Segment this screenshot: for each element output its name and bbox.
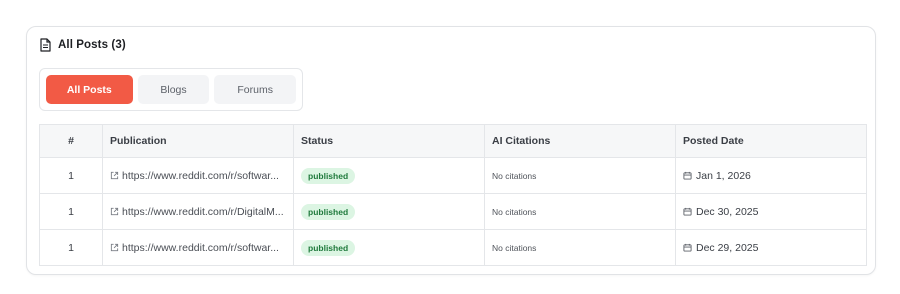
row-number: 1 bbox=[39, 193, 103, 230]
row-number: 1 bbox=[39, 229, 103, 266]
table-row: 1 https://www.reddit.com/r/softwar... pu… bbox=[39, 157, 867, 194]
posted-date: Dec 29, 2025 bbox=[696, 241, 759, 254]
status-badge: published bbox=[301, 203, 356, 220]
publication-cell: https://www.reddit.com/r/DigitalM... bbox=[102, 193, 294, 230]
table-row: 1 https://www.reddit.com/r/softwar... pu… bbox=[39, 229, 867, 266]
citations-text: No citations bbox=[492, 242, 537, 253]
tab-forums[interactable]: Forums bbox=[214, 75, 296, 104]
status-badge: published bbox=[301, 167, 356, 184]
table-header-row: # Publication Status AI Citations Posted… bbox=[39, 124, 867, 158]
publication-cell: https://www.reddit.com/r/softwar... bbox=[102, 229, 294, 266]
column-header-posted-date: Posted Date bbox=[675, 124, 867, 158]
date-cell: Dec 30, 2025 bbox=[675, 193, 867, 230]
tab-blogs[interactable]: Blogs bbox=[137, 75, 210, 104]
date-cell: Dec 29, 2025 bbox=[675, 229, 867, 266]
card-header: All Posts (3) bbox=[39, 38, 126, 52]
status-cell: published bbox=[293, 193, 485, 230]
publication-link[interactable]: https://www.reddit.com/r/DigitalM... bbox=[110, 206, 286, 218]
tab-all-posts[interactable]: All Posts bbox=[46, 75, 133, 104]
calendar-icon bbox=[683, 207, 692, 216]
post-type-tabs: All Posts Blogs Forums bbox=[39, 68, 303, 111]
status-cell: published bbox=[293, 157, 485, 194]
status-cell: published bbox=[293, 229, 485, 266]
table-row: 1 https://www.reddit.com/r/DigitalM... p… bbox=[39, 193, 867, 230]
citations-text: No citations bbox=[492, 170, 537, 181]
column-header-publication: Publication bbox=[102, 124, 294, 158]
publication-url: https://www.reddit.com/r/DigitalM... bbox=[122, 205, 284, 218]
page-title: All Posts (3) bbox=[58, 39, 126, 51]
publication-url: https://www.reddit.com/r/softwar... bbox=[122, 169, 279, 182]
citations-cell: No citations bbox=[484, 157, 676, 194]
publication-link[interactable]: https://www.reddit.com/r/softwar... bbox=[110, 242, 286, 254]
publication-url: https://www.reddit.com/r/softwar... bbox=[122, 241, 279, 254]
calendar-icon bbox=[683, 171, 692, 180]
publication-link[interactable]: https://www.reddit.com/r/softwar... bbox=[110, 170, 286, 182]
column-header-status: Status bbox=[293, 124, 485, 158]
external-link-icon bbox=[110, 207, 119, 216]
calendar-icon bbox=[683, 243, 692, 252]
publication-cell: https://www.reddit.com/r/softwar... bbox=[102, 157, 294, 194]
status-badge: published bbox=[301, 239, 356, 256]
document-icon bbox=[40, 38, 51, 52]
posted-date: Jan 1, 2026 bbox=[696, 169, 751, 182]
column-header-number: # bbox=[39, 124, 103, 158]
column-header-ai-citations: AI Citations bbox=[484, 124, 676, 158]
all-posts-card: All Posts (3) All Posts Blogs Forums # P… bbox=[26, 26, 876, 275]
citations-text: No citations bbox=[492, 206, 537, 217]
citations-cell: No citations bbox=[484, 193, 676, 230]
posted-date: Dec 30, 2025 bbox=[696, 205, 759, 218]
row-number: 1 bbox=[39, 157, 103, 194]
citations-cell: No citations bbox=[484, 229, 676, 266]
posts-table: # Publication Status AI Citations Posted… bbox=[39, 124, 867, 266]
external-link-icon bbox=[110, 171, 119, 180]
date-cell: Jan 1, 2026 bbox=[675, 157, 867, 194]
external-link-icon bbox=[110, 243, 119, 252]
